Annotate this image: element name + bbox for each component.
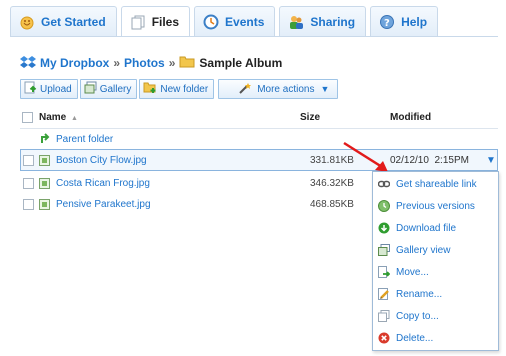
breadcrumb: My Dropbox » Photos » Sample Album (20, 54, 282, 72)
tab-divider (10, 36, 498, 37)
menu-item-previous-versions[interactable]: Previous versions (373, 195, 498, 217)
dropbox-icon (20, 55, 36, 72)
upload-button[interactable]: Upload (20, 79, 78, 99)
menu-item-label: Copy to... (396, 310, 439, 322)
sort-asc-icon: ▲ (71, 114, 78, 122)
tab-bar: Get Started Files Events Sharing ? Help (10, 6, 439, 37)
new-folder-button[interactable]: New folder (139, 79, 215, 99)
table-row[interactable]: Boston City Flow.jpg 331.81KB 02/12/10 2… (20, 149, 498, 171)
column-name-header[interactable]: Name ▲ (39, 112, 78, 123)
tab-label: Help (401, 14, 428, 29)
image-file-icon (39, 177, 50, 189)
tab-sharing[interactable]: Sharing (279, 6, 367, 36)
delete-icon (378, 332, 390, 344)
menu-item-label: Gallery view (396, 244, 451, 256)
menu-item-label: Rename... (396, 288, 443, 300)
tab-help[interactable]: ? Help (370, 6, 439, 36)
file-toolbar: Upload Gallery New folder More actions ▼ (20, 79, 339, 99)
menu-item-gallery-view[interactable]: Gallery view (373, 239, 498, 261)
menu-item-rename[interactable]: Rename... (373, 283, 498, 305)
gallery-icon (84, 81, 97, 97)
tab-label: Files (151, 15, 180, 29)
new-folder-label: New folder (160, 83, 209, 95)
file-name-link[interactable]: Costa Rican Frog.jpg (56, 178, 150, 189)
column-name-label: Name (39, 111, 67, 123)
column-modified-header[interactable]: Modified (390, 112, 431, 123)
help-icon: ? (379, 14, 395, 30)
row-menu-chevron-down-icon[interactable]: ▼ (486, 155, 496, 166)
menu-item-move[interactable]: Move... (373, 261, 498, 283)
table-header: Name ▲ Size Modified (20, 107, 498, 127)
gallery-button[interactable]: Gallery (79, 79, 138, 99)
menu-item-label: Delete... (396, 332, 434, 344)
upload-icon (24, 81, 37, 97)
gallery-icon (378, 244, 390, 256)
tab-events[interactable]: Events (194, 6, 276, 36)
svg-text:?: ? (384, 18, 390, 29)
folder-icon (179, 55, 195, 71)
upload-label: Upload (40, 83, 72, 95)
menu-item-label: Move... (396, 266, 429, 278)
gallery-label: Gallery (99, 83, 132, 95)
more-actions-label: More actions (257, 83, 315, 95)
sharing-icon (288, 14, 304, 30)
events-icon (203, 14, 219, 30)
column-size-header[interactable]: Size (300, 112, 320, 123)
tab-label: Events (225, 14, 265, 29)
history-icon (378, 200, 390, 212)
row-checkbox[interactable] (23, 198, 34, 210)
breadcrumb-root-link[interactable]: My Dropbox (40, 56, 109, 70)
breadcrumb-current: Sample Album (199, 56, 283, 70)
menu-item-copy-to[interactable]: Copy to... (373, 305, 498, 327)
link-icon (377, 178, 391, 190)
breadcrumb-separator: » (168, 56, 176, 70)
parent-folder-row[interactable]: Parent folder (20, 128, 498, 150)
breadcrumb-separator: » (113, 56, 121, 70)
new-folder-icon (143, 81, 157, 97)
parent-folder-link[interactable]: Parent folder (56, 134, 113, 145)
breadcrumb-photos-link[interactable]: Photos (124, 56, 165, 70)
row-checkbox[interactable] (23, 177, 34, 189)
menu-item-get-shareable-link[interactable]: Get shareable link (373, 173, 498, 195)
tab-label: Sharing (310, 14, 356, 29)
file-size: 468.85KB (310, 198, 354, 210)
image-file-icon (39, 154, 50, 166)
menu-item-label: Download file (396, 222, 457, 234)
tab-get-started[interactable]: Get Started (10, 6, 117, 36)
more-actions-button[interactable]: More actions ▼ (218, 79, 339, 99)
file-size: 346.32KB (310, 177, 354, 189)
move-icon (378, 266, 391, 278)
menu-item-label: Previous versions (396, 200, 475, 212)
image-file-icon (39, 198, 50, 210)
file-name-link[interactable]: Pensive Parakeet.jpg (56, 199, 151, 210)
menu-item-label: Get shareable link (396, 178, 477, 190)
file-name-link[interactable]: Boston City Flow.jpg (56, 155, 147, 166)
file-context-menu: Get shareable link Previous versions Dow… (372, 171, 499, 351)
download-icon (378, 222, 390, 234)
tab-label: Get Started (41, 14, 106, 29)
files-icon (130, 14, 146, 30)
chevron-down-icon: ▼ (320, 84, 330, 94)
tab-files[interactable]: Files (120, 6, 191, 37)
row-checkbox[interactable] (23, 154, 34, 166)
menu-item-download-file[interactable]: Download file (373, 217, 498, 239)
parent-folder-icon (39, 132, 51, 147)
get-started-icon (19, 14, 35, 30)
file-modified: 02/12/10 2:15PM (390, 154, 469, 166)
copy-icon (378, 310, 390, 322)
rename-icon (378, 288, 390, 300)
wand-icon (239, 82, 252, 97)
select-all-checkbox[interactable] (22, 111, 33, 123)
menu-item-delete[interactable]: Delete... (373, 327, 498, 349)
